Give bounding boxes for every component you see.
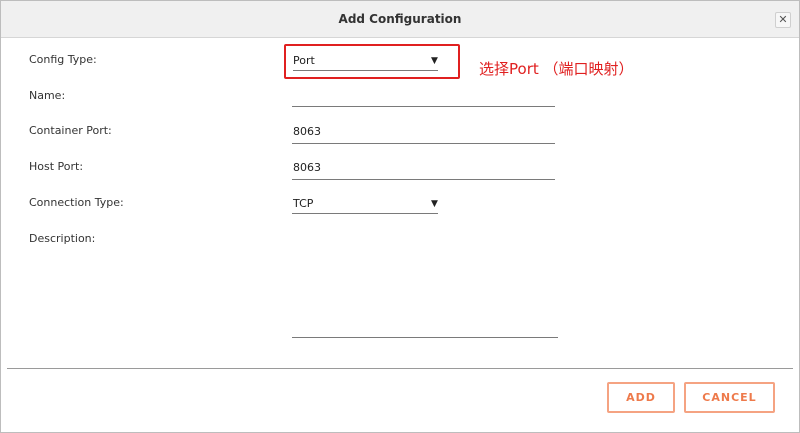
config-type-label: Config Type: <box>29 53 97 66</box>
container-port-label: Container Port: <box>29 124 112 137</box>
dialog-title: Add Configuration <box>338 12 462 26</box>
name-input[interactable] <box>292 106 555 107</box>
annotation-text: 选择Port （端口映射） <box>479 60 634 78</box>
add-button[interactable]: ADD <box>607 382 675 413</box>
connection-type-value: TCP <box>293 197 314 210</box>
footer-divider <box>7 368 793 369</box>
connection-type-label: Connection Type: <box>29 196 124 209</box>
annotation-highlight-box <box>284 44 460 79</box>
name-label: Name: <box>29 89 66 102</box>
host-port-value: 8063 <box>293 161 321 174</box>
container-port-value: 8063 <box>293 125 321 138</box>
cancel-button[interactable]: CANCEL <box>684 382 775 413</box>
chevron-down-icon: ▼ <box>431 199 438 209</box>
description-textarea[interactable] <box>292 337 558 338</box>
container-port-underline <box>292 143 555 144</box>
add-configuration-dialog: Add Configuration ✕ Config Type: Port ▼ … <box>0 0 800 433</box>
host-port-underline <box>292 179 555 180</box>
dialog-titlebar: Add Configuration ✕ <box>1 1 799 38</box>
close-icon[interactable]: ✕ <box>775 12 791 28</box>
connection-type-underline <box>292 213 438 214</box>
description-label: Description: <box>29 232 96 245</box>
host-port-label: Host Port: <box>29 160 84 173</box>
